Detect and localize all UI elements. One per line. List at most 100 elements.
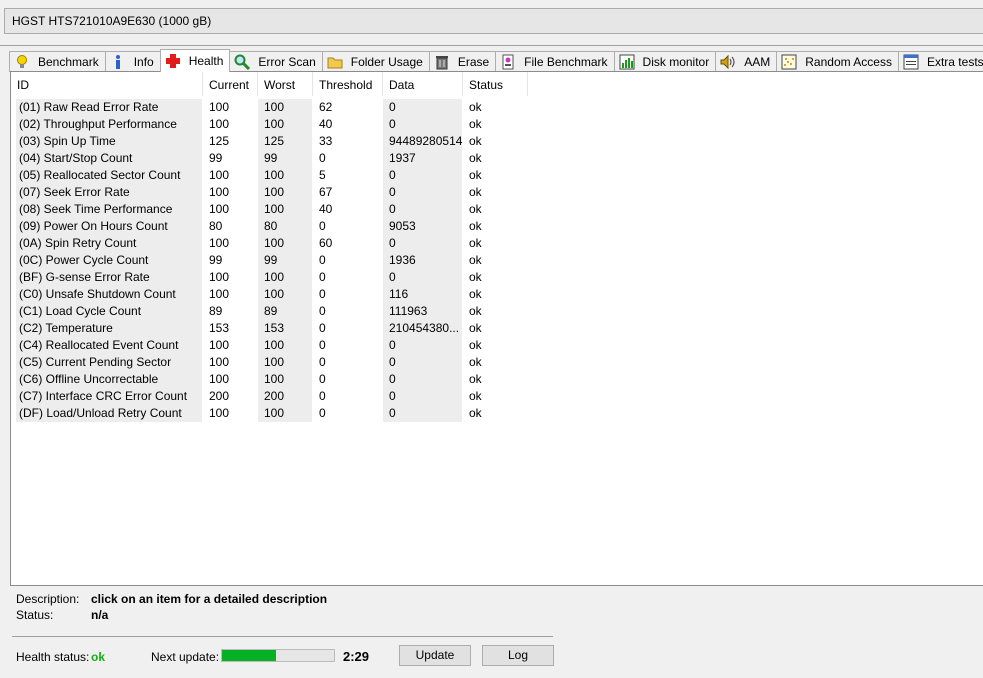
update-button[interactable]: Update [399, 645, 471, 666]
tab-disk-monitor[interactable]: Disk monitor [613, 51, 717, 72]
table-row[interactable]: (C1) Load Cycle Count 89 89 0 111963 ok [11, 303, 531, 320]
table-cell: 100 [209, 287, 230, 301]
info-icon [110, 54, 126, 70]
table-cell: 99 [209, 253, 223, 267]
table-cell: 33 [319, 134, 333, 148]
table-cell: 100 [264, 202, 285, 216]
table-row[interactable]: (0C) Power Cycle Count 99 99 0 1936 ok [11, 252, 531, 269]
table-cell: 100 [264, 338, 285, 352]
tab-extra-tests[interactable]: Extra tests [897, 51, 983, 72]
table-row[interactable]: (08) Seek Time Performance 100 100 40 0 ok [11, 201, 531, 218]
table-cell: 200 [264, 389, 285, 403]
table-cell: 0 [319, 151, 326, 165]
table-cell: ok [469, 185, 482, 199]
table-row[interactable]: (05) Reallocated Sector Count 100 100 5 0 ok [11, 167, 531, 184]
table-cell: 0 [389, 389, 396, 403]
status-label: Status: [16, 608, 54, 622]
health-status-value: ok [91, 650, 106, 664]
table-cell: 100 [209, 100, 230, 114]
table-row[interactable]: (0A) Spin Retry Count 100 100 60 0 ok [11, 235, 531, 252]
table-cell: (09) Power On Hours Count [19, 219, 168, 233]
next-update-time: 2:29 [343, 649, 370, 664]
table-row[interactable]: (03) Spin Up Time 125 125 33 94489280514 ok [11, 133, 531, 150]
tab-random-access[interactable]: Random Access [776, 51, 899, 72]
table-cell: 0 [319, 406, 326, 420]
table-cell: 0 [319, 270, 326, 284]
table-cell: 100 [209, 202, 230, 216]
column-header-current[interactable]: Current [203, 72, 258, 96]
tab-folder-usage[interactable]: Folder Usage [321, 51, 430, 72]
tab-info[interactable]: Info [104, 51, 161, 72]
table-cell: 100 [264, 117, 285, 131]
table-cell: 100 [209, 372, 230, 386]
health-status-label: Health status: [16, 650, 90, 664]
table-cell: (08) Seek Time Performance [19, 202, 173, 216]
tab-file-benchmark[interactable]: File Benchmark [495, 51, 615, 72]
table-row[interactable]: (C2) Temperature 153 153 0 210454380... ok [11, 320, 531, 337]
table-cell: 100 [209, 406, 230, 420]
table-cell: 99 [264, 253, 278, 267]
table-row[interactable]: (07) Seek Error Rate 100 100 67 0 ok [11, 184, 531, 201]
table-cell: 0 [389, 372, 396, 386]
table-cell: (01) Raw Read Error Rate [19, 100, 159, 114]
tab-label: Error Scan [258, 55, 316, 69]
table-row[interactable]: (C6) Offline Uncorrectable 100 100 0 0 ok [11, 371, 531, 388]
tab-label: Extra tests [926, 55, 983, 69]
table-cell: 100 [264, 270, 285, 284]
health-cross-icon [165, 53, 181, 69]
smart-table[interactable]: ID Current Worst Threshold Data Status (… [10, 71, 983, 586]
log-button[interactable]: Log [482, 645, 554, 666]
table-cell: (C5) Current Pending Sector [19, 355, 172, 369]
table-cell: 80 [264, 219, 278, 233]
table-cell: (C6) Offline Uncorrectable [19, 372, 159, 386]
column-header-data[interactable]: Data [383, 72, 463, 96]
table-cell: (BF) G-sense Error Rate [19, 270, 150, 284]
tab-benchmark[interactable]: Benchmark [9, 51, 106, 72]
tab-error-scan[interactable]: Error Scan [229, 51, 323, 72]
table-row[interactable]: (C5) Current Pending Sector 100 100 0 0 ok [11, 354, 531, 371]
tab-health[interactable]: Health [159, 49, 231, 72]
table-cell: ok [469, 168, 482, 182]
table-cell: 125 [209, 134, 230, 148]
column-header-id[interactable]: ID [11, 72, 203, 96]
table-row[interactable]: (04) Start/Stop Count 99 99 0 1937 ok [11, 150, 531, 167]
table-cell: 1936 [389, 253, 416, 267]
table-row[interactable]: (02) Throughput Performance 100 100 40 0 ok [11, 116, 531, 133]
table-row[interactable]: (BF) G-sense Error Rate 100 100 0 0 ok [11, 269, 531, 286]
table-cell: 60 [319, 236, 333, 250]
column-header-status[interactable]: Status [463, 72, 528, 96]
table-cell: 0 [389, 338, 396, 352]
drive-selector[interactable]: HGST HTS721010A9E630 (1000 gB) [4, 8, 983, 34]
table-row[interactable]: (C4) Reallocated Event Count 100 100 0 0 ok [11, 337, 531, 354]
table-cell: 0 [389, 168, 396, 182]
table-cell: 100 [209, 168, 230, 182]
table-cell: 9053 [389, 219, 416, 233]
table-cell: 40 [319, 202, 333, 216]
bulb-icon [14, 54, 30, 70]
tab-erase[interactable]: Erase [428, 51, 497, 72]
table-cell: (07) Seek Error Rate [19, 185, 130, 199]
table-cell: 153 [264, 321, 285, 335]
tab-label: AAM [744, 55, 771, 69]
table-cell: ok [469, 304, 482, 318]
trash-icon [434, 54, 450, 70]
table-cell: 0 [319, 253, 326, 267]
table-cell: (05) Reallocated Sector Count [19, 168, 181, 182]
table-cell: 0 [389, 117, 396, 131]
table-cell: 100 [264, 355, 285, 369]
column-header-worst[interactable]: Worst [258, 72, 313, 96]
table-cell: 200 [209, 389, 230, 403]
table-cell: ok [469, 372, 482, 386]
table-cell: ok [469, 321, 482, 335]
table-row[interactable]: (C7) Interface CRC Error Count 200 200 0 0 ok [11, 388, 531, 405]
table-row[interactable]: (01) Raw Read Error Rate 100 100 62 0 ok [11, 99, 531, 116]
column-header-threshold[interactable]: Threshold [313, 72, 383, 96]
table-cell: 0 [389, 185, 396, 199]
table-row[interactable]: (C0) Unsafe Shutdown Count 100 100 0 116 ok [11, 286, 531, 303]
separator [12, 636, 553, 637]
table-row[interactable]: (09) Power On Hours Count 80 80 0 9053 ok [11, 218, 531, 235]
table-cell: ok [469, 202, 482, 216]
table-cell: 0 [319, 219, 326, 233]
table-row[interactable]: (DF) Load/Unload Retry Count 100 100 0 0 ok [11, 405, 531, 422]
tab-aam[interactable]: AAM [715, 51, 778, 72]
